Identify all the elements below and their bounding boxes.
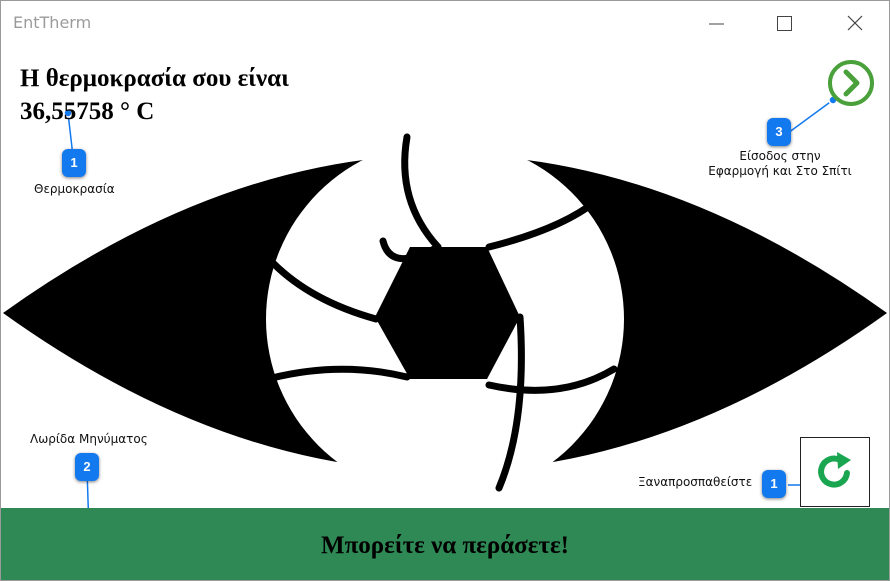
annotation-badge-message-strip: 2 [75, 453, 99, 481]
app-title: EntTherm [13, 13, 92, 32]
chevron-right-circle-icon [828, 60, 874, 106]
message-text: Μπορείτε να περάσετε! [321, 532, 569, 559]
minimize-icon [709, 23, 724, 25]
minimize-button[interactable] [693, 1, 739, 47]
app-window: EntTherm Η θερμοκρασία σου είναι 36,5575… [0, 0, 890, 581]
temperature-value: 36,55758 ° C [20, 98, 155, 125]
enter-app-button[interactable] [827, 59, 875, 107]
maximize-button[interactable] [761, 1, 807, 47]
annotation-label-enter-line2: Εφαρμογή και Στο Σπίτι [708, 164, 852, 178]
close-icon [847, 15, 863, 31]
title-bar: EntTherm [1, 1, 889, 47]
annotation-badge-temperature: 1 [62, 149, 86, 177]
annotation-label-retry: Ξαναπροσπαθείστε [638, 475, 753, 489]
retry-button[interactable] [800, 437, 870, 507]
close-button[interactable] [831, 1, 877, 47]
annotation-badge-enter: 3 [767, 118, 791, 146]
annotation-label-temperature: Θερμοκρασία [34, 182, 115, 196]
refresh-icon [818, 452, 851, 488]
annotation-badge-retry: 1 [762, 470, 786, 498]
annotation-label-enter-line1: Είσοδος στην [739, 149, 821, 163]
temperature-heading: Η θερμοκρασία σου είναι [20, 65, 289, 92]
annotation-label-message-strip: Λωρίδα Μηνύματος [30, 432, 148, 446]
message-strip: Μπορείτε να περάσετε! [1, 508, 889, 580]
maximize-icon [777, 16, 792, 31]
